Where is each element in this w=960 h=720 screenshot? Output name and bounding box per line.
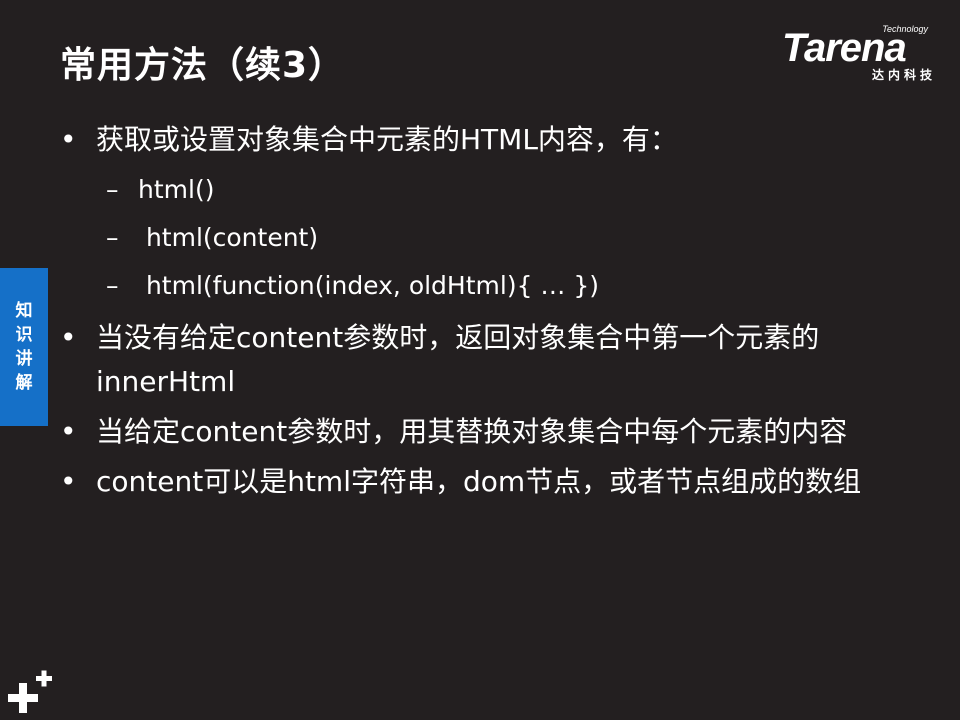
sub-text: html(content) [138, 223, 319, 252]
sub-dash: – [106, 175, 119, 204]
sub-item: – html() [58, 166, 918, 214]
sub-text: html() [138, 175, 215, 204]
slide-title: 常用方法（续3） [60, 45, 346, 86]
side-tab-char: 解 [15, 373, 33, 393]
tarena-logo: Technology Tarena 达内科技 [778, 24, 948, 84]
side-tab-char: 识 [15, 325, 33, 345]
sub-item: – html(content) [58, 214, 918, 262]
bullet-item: • 获取或设置对象集合中元素的HTML内容，有： [58, 118, 918, 162]
knowledge-explanation-tab: 知 识 讲 解 [0, 268, 48, 426]
sub-dash: – [106, 223, 119, 252]
bullet-dot: • [60, 123, 77, 156]
bullet-dot: • [60, 415, 77, 448]
bullet-text: 当给定content参数时，用其替换对象集合中每个元素的内容 [96, 415, 848, 448]
bullet-text: 获取或设置对象集合中元素的HTML内容，有： [96, 123, 678, 156]
logo-chinese-text: 达内科技 [871, 68, 936, 82]
logo-tarena-text: Tarena [782, 26, 907, 70]
plus-decoration-icon [8, 670, 52, 713]
side-tab-char: 讲 [15, 349, 33, 369]
sub-item: – html(function(index, oldHtml){ … }) [58, 262, 918, 310]
bullet-item: • 当没有给定content参数时，返回对象集合中第一个元素的innerHtml [58, 316, 918, 404]
bullet-text: 当没有给定content参数时，返回对象集合中第一个元素的innerHtml [96, 321, 820, 398]
bullet-item: • content可以是html字符串，dom节点，或者节点组成的数组 [58, 460, 918, 504]
slide-body: • 获取或设置对象集合中元素的HTML内容，有： – html() – html… [58, 118, 918, 508]
bullet-item: • 当给定content参数时，用其替换对象集合中每个元素的内容 [58, 410, 918, 454]
bullet-dot: • [60, 465, 77, 498]
sub-text: html(function(index, oldHtml){ … }) [138, 271, 600, 300]
bullet-dot: • [60, 321, 77, 354]
bullet-text: content可以是html字符串，dom节点，或者节点组成的数组 [96, 465, 862, 498]
side-tab-char: 知 [15, 301, 33, 321]
sub-dash: – [106, 271, 119, 300]
